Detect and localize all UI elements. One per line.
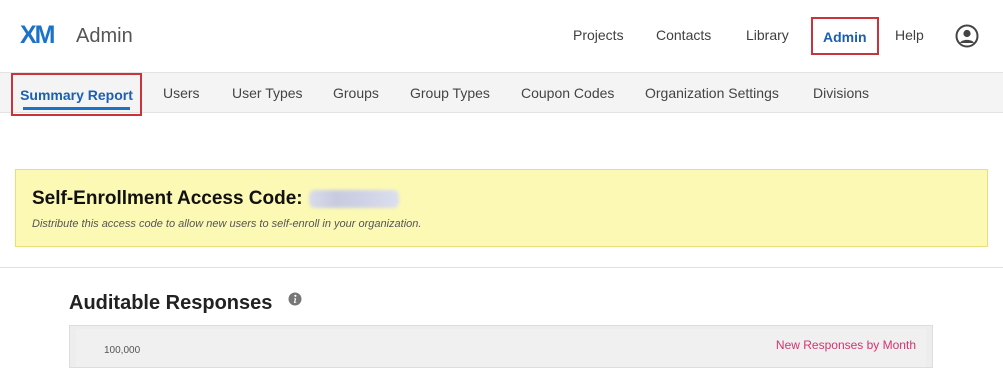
- app-title: Admin: [76, 25, 133, 47]
- banner-title-row: Self-Enrollment Access Code:: [32, 188, 399, 210]
- tab-summary-report-label: Summary Report: [20, 87, 133, 103]
- top-header: XM Admin Projects Contacts Library Admin…: [0, 0, 1003, 72]
- tab-divisions[interactable]: Divisions: [813, 73, 869, 113]
- tab-users[interactable]: Users: [163, 73, 200, 113]
- admin-tab-bar: Summary Report Users User Types Groups G…: [0, 72, 1003, 116]
- user-avatar-icon[interactable]: [955, 24, 979, 48]
- self-enrollment-banner: Self-Enrollment Access Code: Distribute …: [15, 169, 988, 247]
- nav-help[interactable]: Help: [895, 17, 924, 55]
- nav-library[interactable]: Library: [746, 17, 789, 55]
- tab-user-types[interactable]: User Types: [232, 73, 303, 113]
- nav-contacts[interactable]: Contacts: [656, 17, 711, 55]
- chart-plot-area: 100,000 New Responses by Month: [76, 329, 926, 367]
- auditable-responses-title: Auditable Responses: [69, 292, 273, 314]
- tab-coupon-codes[interactable]: Coupon Codes: [521, 73, 614, 113]
- banner-description: Distribute this access code to allow new…: [32, 218, 422, 230]
- section-divider: [0, 267, 1003, 268]
- access-code-value: [308, 189, 399, 208]
- chart-legend[interactable]: New Responses by Month: [776, 338, 916, 352]
- nav-admin[interactable]: Admin: [811, 17, 879, 55]
- tab-summary-report[interactable]: Summary Report: [11, 73, 142, 116]
- active-tab-underline: [23, 107, 130, 110]
- xm-logo[interactable]: XM: [20, 22, 55, 48]
- nav-projects[interactable]: Projects: [573, 17, 624, 55]
- tab-group-types[interactable]: Group Types: [410, 73, 490, 113]
- info-icon[interactable]: [288, 292, 302, 306]
- responses-chart-panel: 100,000 New Responses by Month: [69, 325, 933, 368]
- tab-organization-settings[interactable]: Organization Settings: [645, 73, 779, 113]
- tab-groups[interactable]: Groups: [333, 73, 379, 113]
- y-tick-label: 100,000: [104, 345, 141, 356]
- banner-title: Self-Enrollment Access Code:: [32, 188, 303, 209]
